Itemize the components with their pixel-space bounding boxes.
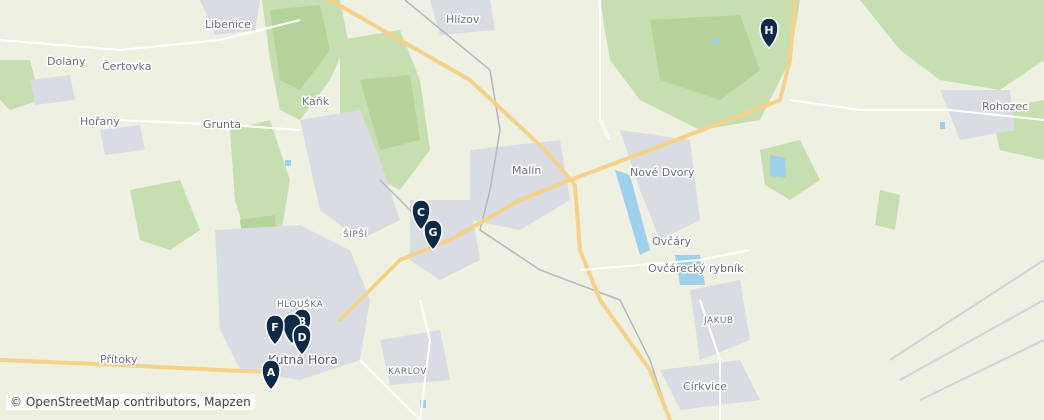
label-kank: Kaňk: [302, 95, 330, 108]
label-ovcary: Ovčáry: [652, 235, 691, 248]
marker-a-letter: A: [267, 366, 276, 379]
label-jakub: JAKUB: [703, 316, 734, 326]
marker-g-letter: G: [428, 226, 437, 239]
label-cirkvice: Církvice: [683, 380, 727, 393]
label-certovka: Čertovka: [102, 60, 151, 73]
marker-f-letter: F: [271, 321, 279, 334]
marker-h-letter: H: [764, 24, 773, 37]
marker-d-letter: D: [297, 331, 306, 344]
label-malin: Malín: [512, 164, 541, 177]
label-hlouska: HLOUŠKA: [277, 298, 324, 310]
label-horany: Hořany: [80, 115, 120, 128]
label-hlizov: Hlízov: [446, 13, 480, 26]
label-libenice: Libenice: [205, 18, 251, 31]
label-sipsi: ŠIPŠÍ: [343, 228, 368, 240]
map-attribution[interactable]: © OpenStreetMap contributors, Mapzen: [6, 394, 255, 410]
marker-c-letter: C: [417, 206, 425, 219]
label-rohozec: Rohozec: [982, 100, 1028, 113]
label-nove-dvory: Nové Dvory: [630, 166, 695, 179]
label-dolany: Dolany: [47, 55, 86, 68]
label-karlov: KARLOV: [388, 367, 427, 377]
label-ovcarecky-rybnik: Ovčárecký rybník: [648, 262, 744, 275]
map-canvas[interactable]: Libenice Hlízov Dolany Čertovka Kaňk Hoř…: [0, 0, 1044, 420]
label-pritoky: Přítoky: [100, 353, 138, 366]
label-grunta: Grunta: [203, 118, 241, 131]
